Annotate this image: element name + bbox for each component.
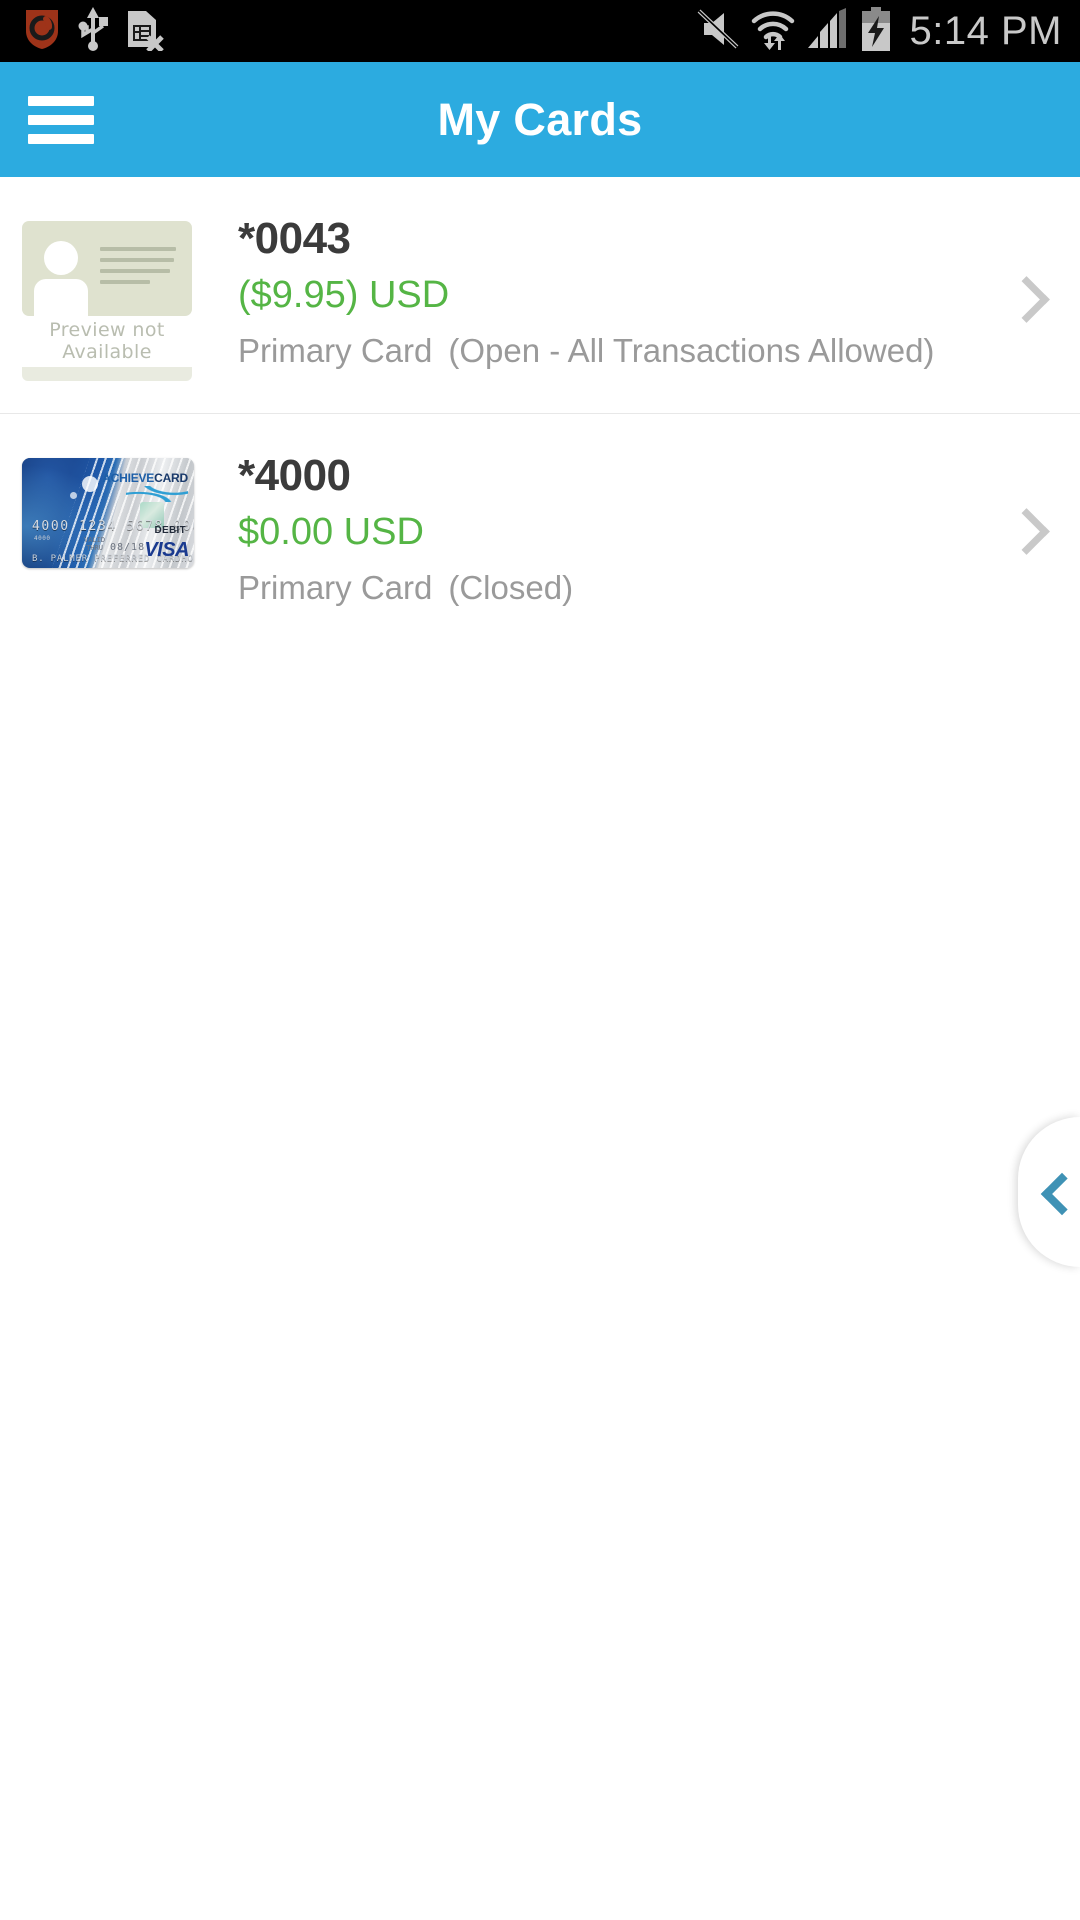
hamburger-bar [28, 133, 94, 144]
usb-icon [76, 6, 110, 56]
page-title: My Cards [437, 93, 643, 145]
page-body: Preview not Available *0043 ($9.95) USD … [0, 177, 1080, 1920]
avatar-body-shape [34, 279, 88, 316]
card-thumbnail: ACHIEVECARD 4000 1234 5678 9000 4000 VAL… [22, 458, 194, 568]
debit-label: DEBIT [154, 525, 186, 536]
hamburger-menu-icon[interactable] [28, 95, 94, 144]
card-status-text: (Open - All Transactions Allowed) [448, 332, 935, 370]
battery-charging-icon [860, 6, 892, 56]
card-thumbnail: Preview not Available [22, 221, 192, 381]
sim-card-missing-icon [124, 7, 164, 56]
card-info: *4000 $0.00 USD Primary Card (Closed) [238, 450, 994, 607]
cellular-signal-icon [806, 7, 850, 55]
chevron-right-icon[interactable] [1004, 509, 1044, 549]
card-status-line: Primary Card (Open - All Transactions All… [238, 332, 994, 370]
placeholder-text-lines [100, 247, 176, 291]
card-list: Preview not Available *0043 ($9.95) USD … [0, 177, 1080, 640]
card-type-label: Primary Card [238, 569, 433, 607]
chevron-right-icon[interactable] [1004, 277, 1044, 317]
side-panel-toggle-tab[interactable] [1018, 1117, 1080, 1267]
hamburger-bar [28, 114, 94, 125]
status-bar: 5:14 PM [0, 0, 1080, 62]
valid-thru-label: VALID THRU [84, 536, 106, 552]
status-bar-right-icons: 5:14 PM [696, 6, 1080, 56]
card-preview-caption: Preview not Available [49, 319, 165, 363]
card-number-small: 4000 [34, 535, 51, 542]
card-number: *4000 [238, 451, 351, 500]
avatar-head-shape [44, 241, 78, 275]
card-preview-placeholder-icon [22, 221, 192, 316]
card-number: *0043 [238, 214, 351, 263]
brand-suffix: CARD [154, 471, 188, 485]
card-status-text: (Closed) [448, 569, 574, 607]
chevron-left-icon [1041, 1177, 1071, 1207]
card-type-label: Primary Card [238, 332, 433, 370]
card-status-line: Primary Card (Closed) [238, 569, 994, 607]
card-balance: $0.00 USD [238, 510, 424, 553]
status-bar-left-icons [0, 6, 164, 56]
wifi-icon [750, 8, 796, 55]
app-bar: My Cards [0, 62, 1080, 177]
card-balance: ($9.95) USD [238, 273, 450, 316]
card-list-item[interactable]: ACHIEVECARD 4000 1234 5678 9000 4000 VAL… [0, 414, 1080, 639]
visa-debit-card-image: ACHIEVECARD 4000 1234 5678 9000 4000 VAL… [22, 458, 194, 568]
card-preview-caption-bar [22, 367, 192, 381]
visa-logo: VISA [144, 539, 189, 561]
status-bar-clock: 5:14 PM [909, 8, 1062, 53]
card-list-item[interactable]: Preview not Available *0043 ($9.95) USD … [0, 177, 1080, 414]
brand-wave-icon [126, 486, 188, 502]
card-expiry: 08/18 [110, 542, 146, 553]
brand-prefix: ACHIEVE [102, 471, 155, 485]
card-info: *0043 ($9.95) USD Primary Card (Open - Al… [238, 213, 994, 370]
hamburger-bar [28, 95, 94, 106]
achievecard-logo: ACHIEVECARD [102, 472, 188, 502]
security-shield-icon [22, 7, 62, 56]
volume-mute-icon [696, 9, 740, 54]
